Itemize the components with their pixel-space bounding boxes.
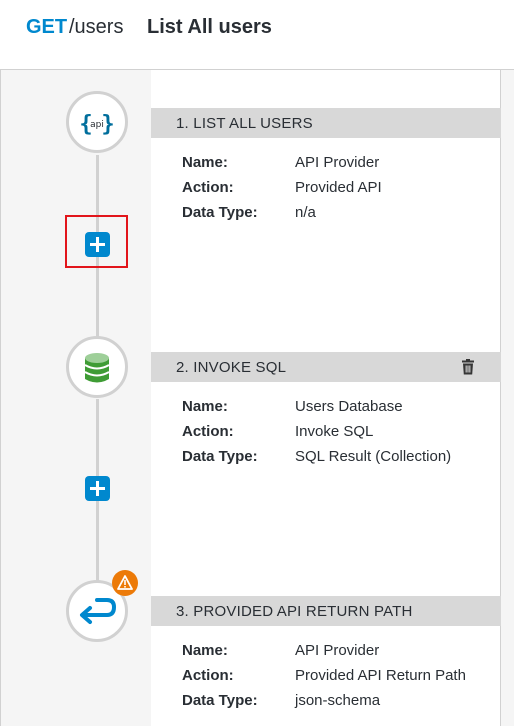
- step-title: 3. PROVIDED API RETURN PATH: [176, 603, 413, 620]
- http-method: GET: [26, 16, 68, 38]
- detail-value: n/a: [295, 204, 316, 221]
- divider: [0, 70, 1, 726]
- flow-title: List All users: [147, 16, 272, 38]
- step-title: 2. INVOKE SQL: [176, 359, 287, 376]
- divider: [500, 70, 501, 726]
- detail-value: Provided API: [295, 179, 382, 196]
- step-1-node[interactable]: { } api: [66, 91, 128, 153]
- detail-value: Provided API Return Path: [295, 667, 466, 684]
- detail-label: Data Type:: [182, 204, 258, 221]
- detail-label: Name:: [182, 642, 228, 659]
- detail-value: Users Database: [295, 398, 403, 415]
- detail-label: Name:: [182, 398, 228, 415]
- detail-label: Name:: [182, 154, 228, 171]
- step-2-header[interactable]: 2. INVOKE SQL: [151, 352, 501, 382]
- endpoint-path: /users: [69, 16, 124, 38]
- plus-icon[interactable]: [85, 232, 110, 257]
- detail-value: API Provider: [295, 154, 380, 171]
- step-2-node[interactable]: [66, 336, 128, 398]
- database-icon: [84, 353, 110, 383]
- step-title: 1. LIST ALL USERS: [176, 115, 313, 132]
- flow-header: GET /users List All users: [0, 0, 514, 70]
- warning-triangle-icon[interactable]: [112, 570, 138, 596]
- detail-label: Data Type:: [182, 692, 258, 709]
- step-1-header[interactable]: 1. LIST ALL USERS: [151, 108, 501, 138]
- svg-text:api: api: [90, 120, 104, 130]
- step-3-header[interactable]: 3. PROVIDED API RETURN PATH: [151, 596, 501, 626]
- trash-icon[interactable]: [459, 358, 477, 376]
- api-icon: { } api: [79, 112, 114, 137]
- detail-label: Data Type:: [182, 448, 258, 465]
- plus-icon[interactable]: [85, 476, 110, 501]
- detail-value: json-schema: [295, 692, 381, 709]
- detail-label: Action:: [182, 667, 234, 684]
- detail-value: Invoke SQL: [295, 423, 374, 440]
- detail-label: Action:: [182, 423, 234, 440]
- detail-value: SQL Result (Collection): [295, 448, 452, 465]
- detail-value: API Provider: [295, 642, 380, 659]
- detail-label: Action:: [182, 179, 234, 196]
